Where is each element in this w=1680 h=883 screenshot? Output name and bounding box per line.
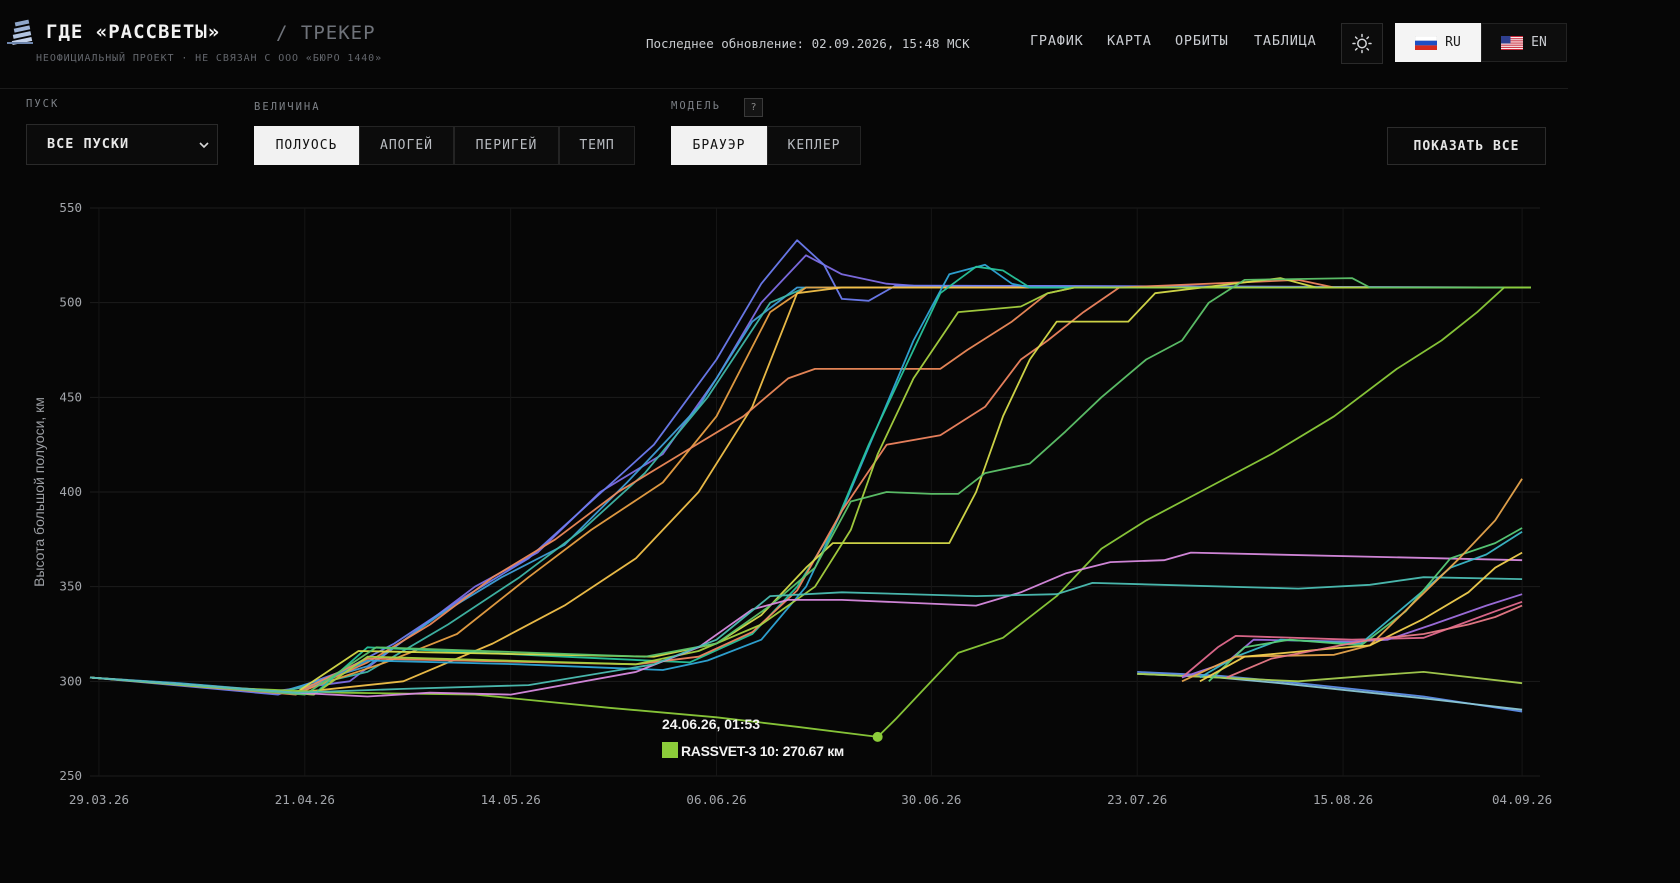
quantity-label: ВЕЛИЧИНА <box>254 101 321 113</box>
show-all-button[interactable]: ПОКАЗАТЬ ВСЕ <box>1387 127 1546 165</box>
x-tick-label: 21.04.26 <box>275 792 335 807</box>
sun-icon <box>1352 33 1372 54</box>
nav-orbits[interactable]: ОРБИТЫ <box>1175 33 1229 49</box>
x-tick-label: 15.08.26 <box>1313 792 1373 807</box>
series-line[interactable] <box>89 277 1531 696</box>
model-label: МОДЕЛЬ <box>671 100 721 112</box>
series-line[interactable] <box>89 254 1532 692</box>
series-line[interactable] <box>89 286 1531 696</box>
series-line[interactable] <box>89 286 1531 696</box>
tab-rate[interactable]: ТЕМП <box>559 126 635 165</box>
tooltip-value: RASSVET-3 10: 270.67 км <box>681 743 844 759</box>
x-tick-label: 30.06.26 <box>901 792 961 807</box>
tooltip-swatch <box>662 742 678 758</box>
series-line[interactable] <box>89 286 1531 694</box>
x-tick-label: 23.07.26 <box>1107 792 1167 807</box>
x-tick-label: 04.09.26 <box>1492 792 1552 807</box>
chevron-down-icon <box>199 142 209 149</box>
series-line[interactable] <box>1181 593 1523 679</box>
x-tick-label: 06.06.26 <box>686 792 746 807</box>
y-tick-label: 500 <box>59 295 82 310</box>
launch-label: ПУСК <box>26 98 60 110</box>
series-group <box>89 239 1532 742</box>
tooltip: 24.06.26, 01:53 RASSVET-3 10: 270.67 км <box>662 716 844 759</box>
y-tick-label: 550 <box>59 200 82 215</box>
x-tick-label: 29.03.26 <box>69 792 129 807</box>
x-axis: 29.03.26 21.04.26 14.05.26 06.06.26 30.06.26… <box>69 792 1552 807</box>
nav-map[interactable]: КАРТА <box>1107 33 1152 49</box>
flag-us-icon <box>1501 35 1524 50</box>
tab-semi-axis[interactable]: ПОЛУОСЬ <box>254 126 359 165</box>
series-line[interactable] <box>89 286 1531 694</box>
series-line[interactable] <box>1181 600 1523 679</box>
brand-title[interactable]: ГДЕ «РАССВЕТЫ» <box>46 21 220 43</box>
tooltip-date: 24.06.26, 01:53 <box>662 716 760 732</box>
tab-perigee[interactable]: ПЕРИГЕЙ <box>454 126 559 165</box>
series-line[interactable] <box>1181 478 1523 683</box>
lang-ru-label: RU <box>1445 35 1461 50</box>
tab-brouwer[interactable]: БРАУЭР <box>671 126 767 165</box>
last-updated: Последнее обновление: 02.09.2026, 15:48 … <box>646 36 970 51</box>
nav-chart[interactable]: ГРАФИК <box>1030 33 1084 49</box>
series-line[interactable] <box>1199 551 1523 683</box>
series-line[interactable] <box>1137 671 1523 713</box>
series-line[interactable] <box>1208 527 1523 682</box>
y-tick-label: 250 <box>59 768 82 783</box>
series-line[interactable] <box>89 286 1531 738</box>
nav-table[interactable]: ТАБЛИЦА <box>1254 33 1317 49</box>
model-help-button[interactable]: ? <box>744 98 763 117</box>
series-line[interactable] <box>89 277 1531 694</box>
y-tick-label: 300 <box>59 673 82 688</box>
lang-ru-button[interactable]: RU <box>1395 23 1481 62</box>
breadcrumb: / ТРЕКЕР <box>276 22 376 44</box>
theme-toggle-button[interactable] <box>1341 23 1383 64</box>
y-axis: 250 300 350 400 450 500 550 <box>59 200 82 783</box>
satellite-logo-icon[interactable] <box>6 18 36 48</box>
launch-select-value: ВСЕ ПУСКИ <box>47 136 130 152</box>
semi-axis-chart[interactable]: 250 300 350 400 450 500 550 29.03.26 21.04.26 14… <box>0 180 1568 824</box>
tooltip-point[interactable] <box>872 731 883 742</box>
top-bar: ГДЕ «РАССВЕТЫ» / ТРЕКЕР НЕОФИЦИАЛЬНЫЙ ПР… <box>0 0 1568 89</box>
x-tick-label: 14.05.26 <box>481 792 541 807</box>
series-line[interactable] <box>89 279 1531 694</box>
y-axis-label: Высота большой полуоси, км <box>31 397 47 587</box>
series-line[interactable] <box>89 286 1531 694</box>
series-line[interactable] <box>89 265 1531 696</box>
y-tick-label: 400 <box>59 484 82 499</box>
y-tick-label: 450 <box>59 389 82 404</box>
site-subtitle: НЕОФИЦИАЛЬНЫЙ ПРОЕКТ · НЕ СВЯЗАН С ООО «… <box>36 53 383 64</box>
launch-select[interactable]: ВСЕ ПУСКИ <box>26 124 218 165</box>
tab-kepler[interactable]: КЕПЛЕР <box>767 126 861 165</box>
series-line[interactable] <box>89 263 1531 694</box>
tab-apogee[interactable]: АПОГЕЙ <box>359 126 454 165</box>
y-tick-label: 350 <box>59 579 82 594</box>
series-line[interactable] <box>89 286 1531 694</box>
flag-ru-icon <box>1415 35 1438 50</box>
lang-en-button[interactable]: EN <box>1481 23 1567 62</box>
lang-en-label: EN <box>1531 35 1547 50</box>
series-line[interactable] <box>89 239 1532 696</box>
